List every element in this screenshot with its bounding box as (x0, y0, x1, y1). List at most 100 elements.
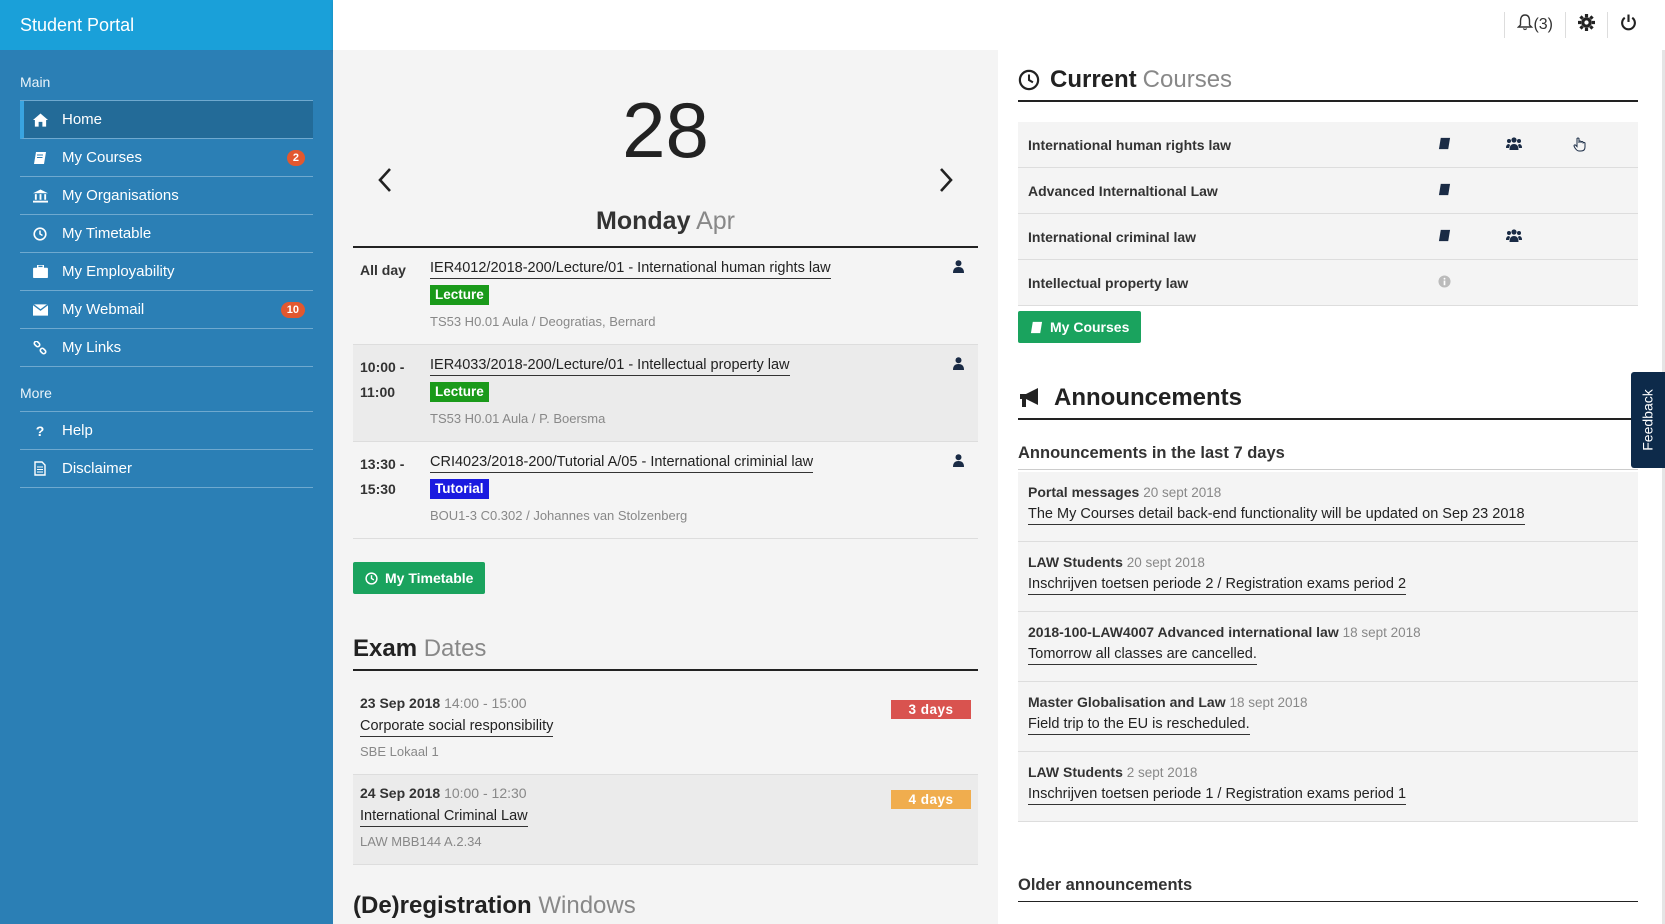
schedule-title-link[interactable]: IER4033/2018-200/Lecture/01 - Intellectu… (430, 355, 790, 376)
next-day-button[interactable] (936, 165, 956, 202)
course-row[interactable]: Intellectual property law (1018, 260, 1638, 306)
sidebar-item-label: My Courses (62, 149, 143, 166)
heading-light: Courses (1142, 66, 1233, 93)
sidebar-item-home[interactable]: Home (20, 101, 313, 139)
announcement-source: LAW Students (1028, 554, 1123, 570)
exam-time: 14:00 - 15:00 (444, 695, 527, 711)
user-icon[interactable] (953, 357, 964, 375)
course-row[interactable]: International human rights law (1018, 122, 1638, 168)
sidebar-item-disclaimer[interactable]: Disclaimer (20, 450, 313, 488)
book-icon[interactable] (1438, 137, 1451, 150)
clock-icon (32, 226, 48, 242)
schedule-location: BOU1-3 C0.302 / Johannes van Stolzenberg (430, 508, 688, 523)
schedule-title-link[interactable]: IER4012/2018-200/Lecture/01 - Internatio… (430, 258, 831, 279)
schedule-list: All day IER4012/2018-200/Lecture/01 - In… (353, 246, 978, 539)
sidebar-item-my-employability[interactable]: My Employability (20, 253, 313, 291)
announcement-item: 2018-100-LAW4007 Advanced international … (1018, 612, 1638, 682)
webmail-badge: 10 (280, 301, 305, 318)
book-icon[interactable] (1438, 229, 1451, 242)
power-icon (1620, 14, 1637, 36)
announcement-date: 18 sept 2018 (1229, 695, 1308, 710)
sidebar-item-my-organisations[interactable]: My Organisations (20, 177, 313, 215)
current-courses-heading: Current Courses (1018, 66, 1638, 102)
heading-bold: Announcements (1054, 384, 1243, 411)
heading-bold: (De)registration (353, 892, 532, 919)
announcement-item: Portal messages 20 sept 2018 The My Cour… (1018, 472, 1638, 542)
sidebar-item-my-webmail[interactable]: My Webmail 10 (20, 291, 313, 329)
clock-icon (1018, 69, 1040, 91)
user-icon[interactable] (953, 454, 964, 472)
announcement-item: Master Globalisation and Law 18 sept 201… (1018, 682, 1638, 752)
divider (1565, 12, 1566, 38)
announcement-link[interactable]: Inschrijven toetsen periode 2 / Registra… (1028, 575, 1407, 595)
my-courses-button[interactable]: My Courses (1018, 311, 1142, 343)
group-icon[interactable] (1506, 137, 1522, 150)
link-icon (32, 340, 48, 356)
sidebar-item-label: My Timetable (62, 225, 152, 242)
announcement-link[interactable]: Inschrijven toetsen periode 1 / Registra… (1028, 785, 1407, 805)
announcement-link[interactable]: Tomorrow all classes are cancelled. (1028, 645, 1257, 665)
feedback-label: Feedback (1640, 389, 1657, 451)
my-timetable-button[interactable]: My Timetable (353, 562, 486, 594)
exam-day: 24 Sep 2018 (360, 785, 441, 801)
exam-date: 23 Sep 2018 14:00 - 15:00 (360, 695, 971, 711)
app-title[interactable]: Student Portal (0, 0, 333, 50)
sidebar-item-label: Disclaimer (62, 460, 133, 477)
sidebar-item-my-courses[interactable]: My Courses 2 (20, 139, 313, 177)
topbar: (3) (333, 0, 1665, 50)
announcement-link[interactable]: Field trip to the EU is rescheduled. (1028, 715, 1250, 735)
nav-heading-more: More (20, 385, 52, 401)
sidebar: Student Portal Main Home My Courses 2 My… (0, 0, 333, 924)
logout-button[interactable] (1620, 14, 1637, 36)
course-list: International human rights law Advanced … (1018, 122, 1638, 306)
announcement-list: Portal messages 20 sept 2018 The My Cour… (1018, 472, 1638, 822)
main-right-column: Current Courses International human righ… (998, 50, 1665, 924)
settings-button[interactable] (1578, 14, 1595, 36)
sidebar-item-label: My Links (62, 339, 122, 356)
sidebar-item-label: My Organisations (62, 187, 179, 204)
schedule-title-link[interactable]: CRI4023/2018-200/Tutorial A/05 - Interna… (430, 452, 814, 473)
heading-light: Dates (423, 635, 487, 662)
announcement-source: 2018-100-LAW4007 Advanced international … (1028, 624, 1339, 640)
exam-location: LAW MBB144 A.2.34 (360, 834, 482, 849)
course-name: Advanced Internaltional Law (1028, 182, 1218, 199)
announcement-link[interactable]: The My Courses detail back-end functiona… (1028, 505, 1525, 525)
book-icon[interactable] (1438, 183, 1451, 196)
notifications-button[interactable]: (3) (1517, 14, 1553, 36)
course-row[interactable]: International criminal law (1018, 214, 1638, 260)
announcement-source: Portal messages (1028, 484, 1140, 500)
course-name: Intellectual property law (1028, 274, 1189, 291)
recent-announcements-heading: Announcements in the last 7 days (1018, 444, 1638, 470)
exam-name-link[interactable]: International Criminal Law (360, 807, 528, 827)
heading-bold: Exam (353, 635, 418, 662)
announcement-item: LAW Students 2 sept 2018 Inschrijven toe… (1018, 752, 1638, 822)
exam-dates-heading: Exam Dates (353, 635, 978, 671)
sidebar-item-help[interactable]: ? Help (20, 412, 313, 450)
hand-pointer-icon[interactable] (1573, 137, 1586, 152)
divider (1607, 12, 1608, 38)
exam-item: 23 Sep 2018 14:00 - 15:00 Corporate soci… (353, 685, 978, 775)
announcement-item: LAW Students 20 sept 2018 Inschrijven to… (1018, 542, 1638, 612)
tutorial-tag: Tutorial (430, 479, 489, 499)
date-navigator: 28 Monday Apr (353, 85, 978, 245)
exam-name-link[interactable]: Corporate social responsibility (360, 717, 554, 737)
envelope-icon (32, 302, 48, 318)
sidebar-item-my-links[interactable]: My Links (20, 329, 313, 367)
user-icon[interactable] (953, 260, 964, 278)
group-icon[interactable] (1506, 229, 1522, 242)
sidebar-item-label: Help (62, 422, 93, 439)
countdown-badge: 4 days (891, 790, 971, 809)
schedule-item: 10:00 - 11:00 IER4033/2018-200/Lecture/0… (353, 345, 978, 442)
announcement-date: 20 sept 2018 (1126, 555, 1205, 570)
older-announcements-heading[interactable]: Older announcements (1018, 876, 1638, 902)
course-row[interactable]: Advanced Internaltional Law (1018, 168, 1638, 214)
topbar-actions: (3) (1492, 0, 1637, 50)
question-icon: ? (35, 422, 45, 439)
book-icon (1030, 321, 1043, 334)
info-icon[interactable] (1438, 275, 1451, 288)
megaphone-icon (1018, 387, 1044, 409)
feedback-tab[interactable]: Feedback (1631, 372, 1665, 468)
sidebar-item-my-timetable[interactable]: My Timetable (20, 215, 313, 253)
heading-bold: Current (1050, 66, 1137, 93)
course-name: International criminal law (1028, 228, 1197, 245)
